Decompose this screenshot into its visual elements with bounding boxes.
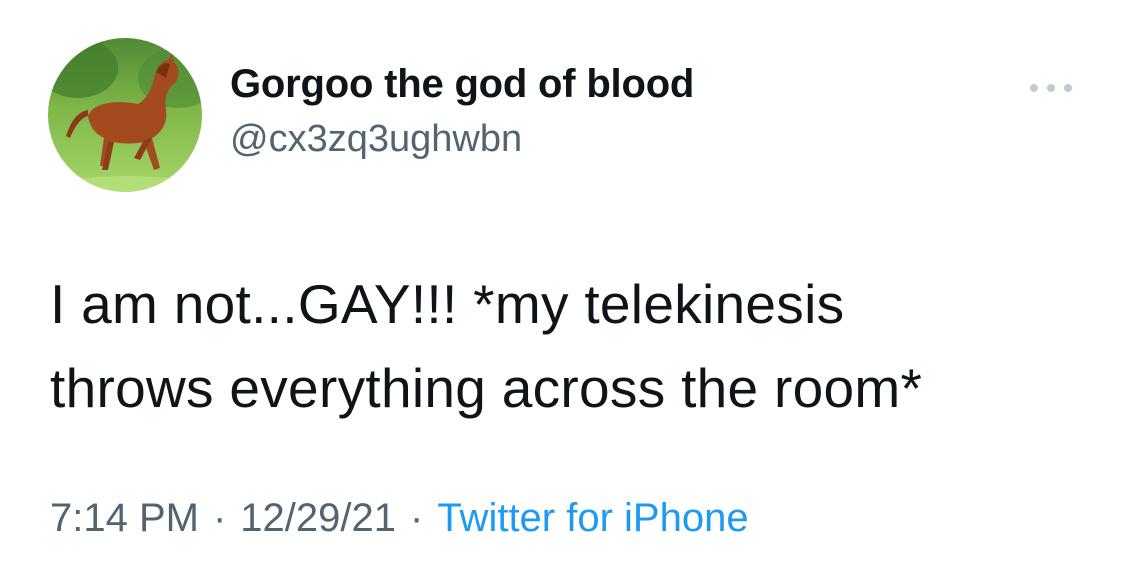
tweet-date[interactable]: 12/29/21 — [240, 496, 396, 540]
display-name[interactable]: Gorgoo the god of blood — [230, 62, 694, 107]
more-dot-icon — [1047, 84, 1055, 92]
separator: · — [410, 496, 424, 540]
tweet-text: I am not...GAY!!! *my telekinesis throws… — [50, 273, 923, 419]
tweet-card: Gorgoo the god of blood @cx3zq3ughwbn I … — [0, 0, 1125, 578]
user-handle[interactable]: @cx3zq3ughwbn — [230, 118, 522, 161]
separator: · — [212, 496, 227, 540]
tweet-metadata: 7:14 PM · 12/29/21 · Twitter for iPhone — [50, 496, 749, 541]
horse-avatar-icon — [48, 38, 202, 192]
tweet-time[interactable]: 7:14 PM — [50, 496, 199, 540]
more-dot-icon — [1064, 84, 1072, 92]
more-options-button[interactable] — [1024, 76, 1078, 100]
more-dot-icon — [1030, 84, 1038, 92]
avatar[interactable] — [48, 38, 202, 192]
tweet-source-link[interactable]: Twitter for iPhone — [437, 496, 748, 540]
